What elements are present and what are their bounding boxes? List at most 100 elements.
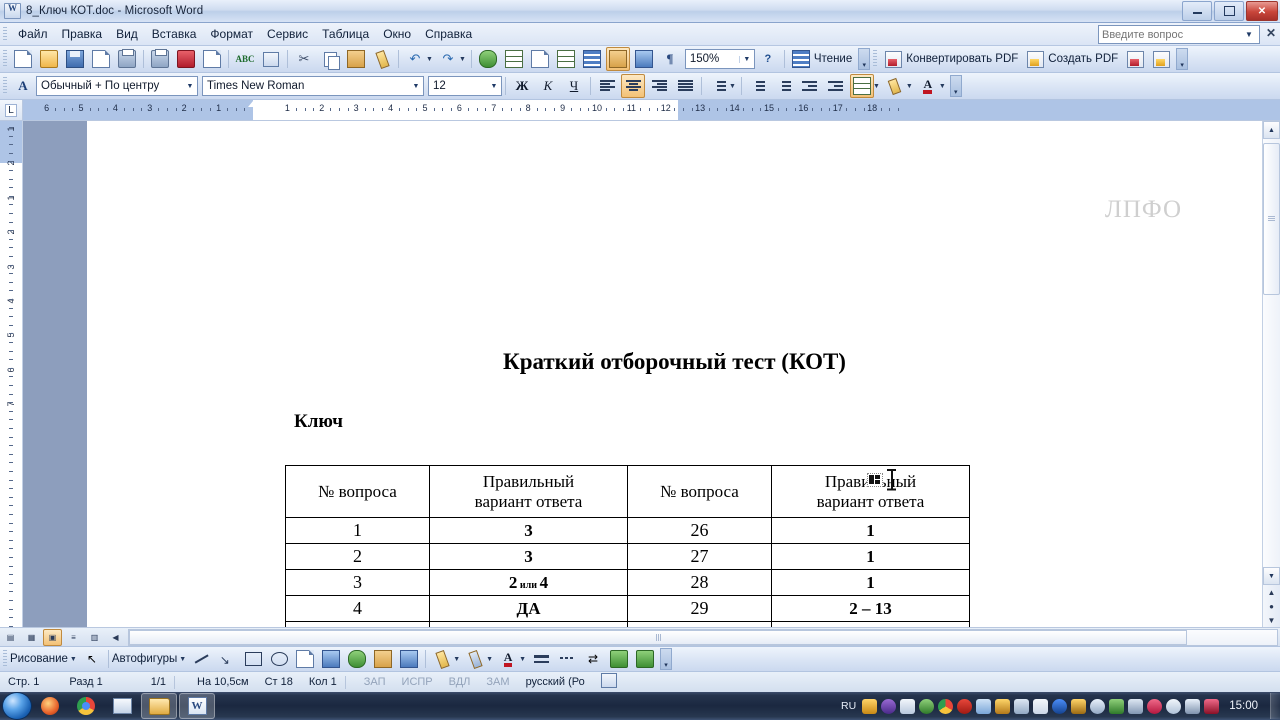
outside-border-icon[interactable] <box>849 74 874 98</box>
undo-icon[interactable]: ↶ <box>403 47 427 71</box>
draw-menu-dropdown-icon[interactable]: ▼ <box>70 656 77 663</box>
bold-button[interactable]: Ж <box>510 74 534 98</box>
horizontal-scrollbar[interactable] <box>128 628 1278 646</box>
chevron-down-icon[interactable]: ▼ <box>738 55 754 63</box>
explorer-icon[interactable] <box>141 693 177 719</box>
line-color-icon[interactable] <box>463 647 487 671</box>
font-combo[interactable]: Times New Roman ▼ <box>202 76 424 96</box>
menu-item-table[interactable]: Таблица <box>315 25 376 43</box>
speaker-icon[interactable] <box>1128 698 1144 714</box>
redo-dropdown-icon[interactable]: ▼ <box>459 56 466 63</box>
vertical-ruler[interactable]: 121234567 <box>0 121 23 627</box>
firefox-icon[interactable] <box>33 694 67 718</box>
3d-style-icon[interactable] <box>633 647 657 671</box>
style-combo[interactable]: Обычный + По центру ▼ <box>36 76 198 96</box>
previous-page-icon[interactable]: ▲ <box>1263 585 1280 599</box>
zoom-combo[interactable]: 150% ▼ <box>684 49 755 69</box>
question-number-cell[interactable]: 26 <box>627 517 772 545</box>
network-icon[interactable] <box>919 698 935 714</box>
redo-icon[interactable]: ↷ <box>436 47 460 71</box>
line-spacing-icon[interactable] <box>706 74 730 98</box>
scroll-down-button[interactable]: ▼ <box>1263 567 1280 585</box>
pdf-toolbar-grip[interactable] <box>873 50 878 68</box>
question-number-cell[interactable]: 30 <box>627 621 772 627</box>
ask-a-question-input[interactable] <box>1099 26 1242 43</box>
diagram-icon[interactable] <box>345 647 369 671</box>
rectangle-icon[interactable] <box>241 647 265 671</box>
question-number-cell[interactable]: 1 <box>285 517 430 545</box>
vertical-scrollbar[interactable]: ▲ ▼ ▲ ● ▼ <box>1262 121 1280 627</box>
table-move-handle-icon[interactable] <box>867 473 883 487</box>
ask-a-question-box[interactable]: ▼ <box>1098 25 1260 44</box>
align-right-icon[interactable] <box>647 74 671 98</box>
question-number-cell[interactable]: 3 <box>285 569 430 597</box>
drawing-icon[interactable] <box>605 47 630 71</box>
disc-icon[interactable] <box>1166 698 1182 714</box>
wordart-icon[interactable] <box>319 647 343 671</box>
line-color-dropdown-icon[interactable]: ▼ <box>486 656 493 663</box>
flag-icon[interactable] <box>1033 698 1049 714</box>
normal-view-icon[interactable]: ▤ <box>1 629 20 646</box>
question-number-cell[interactable]: 2 <box>285 543 430 571</box>
chevron-down-icon[interactable]: ▼ <box>487 83 501 90</box>
table-header-cell[interactable]: № вопроса <box>627 464 772 519</box>
document-canvas[interactable]: ЛПФО Краткий отборочный тест (КОТ) Ключ … <box>47 121 1262 627</box>
spelling-status-icon[interactable] <box>593 673 625 691</box>
monitor-icon[interactable] <box>900 698 916 714</box>
table-header-cell[interactable]: № вопроса <box>285 464 430 519</box>
picture-icon[interactable] <box>397 647 421 671</box>
autoshapes-dropdown-icon[interactable]: ▼ <box>179 656 186 663</box>
vertical-scroll-track[interactable] <box>1263 139 1280 567</box>
permission-icon[interactable] <box>89 47 113 71</box>
reading-layout-label[interactable]: Чтение <box>814 53 856 65</box>
answer-cell[interactable]: ДА <box>429 595 628 623</box>
answer-cell[interactable]: 1 <box>771 517 970 545</box>
answer-cell[interactable]: 4 <box>429 621 628 627</box>
print-layout-view-icon[interactable]: ▣ <box>43 628 62 646</box>
start-orb-icon[interactable] <box>2 692 32 720</box>
undo-dropdown-icon[interactable]: ▼ <box>426 56 433 63</box>
clip-art-icon[interactable] <box>371 647 395 671</box>
menu-item-tools[interactable]: Сервис <box>260 25 315 43</box>
volume-icon[interactable] <box>1014 698 1030 714</box>
bullet-list-icon[interactable] <box>772 74 796 98</box>
close-icon[interactable]: ✕ <box>1266 26 1276 40</box>
show-desktop-button[interactable] <box>1270 693 1280 719</box>
chrome-tray-icon[interactable] <box>938 698 954 714</box>
outline-view-icon[interactable]: ≡ <box>64 629 83 646</box>
cut-icon[interactable]: ✂ <box>292 47 316 71</box>
chevron-down-icon[interactable]: ▼ <box>1242 30 1256 39</box>
convert-pdf-label[interactable]: Конвертировать PDF <box>906 53 1022 65</box>
insert-excel-table-icon[interactable] <box>554 47 578 71</box>
text-box-icon[interactable] <box>293 647 317 671</box>
answer-cell[interactable]: 1 <box>771 543 970 571</box>
formatting-toolbar-grip[interactable] <box>3 77 7 95</box>
antivirus-icon[interactable] <box>957 698 973 714</box>
format-painter-icon[interactable] <box>370 47 394 71</box>
usb-icon[interactable] <box>1204 698 1220 714</box>
show-formatting-icon[interactable]: ¶ <box>658 47 682 71</box>
font-color-icon[interactable]: A <box>496 647 520 671</box>
answer-cell[interactable]: 3 <box>429 517 628 545</box>
numbered-list-icon[interactable] <box>746 74 770 98</box>
table-row[interactable]: 2 3 27 1 <box>285 543 970 571</box>
menu-item-window[interactable]: Окно <box>376 25 418 43</box>
line-spacing-dropdown-icon[interactable]: ▼ <box>729 83 736 90</box>
shield-icon[interactable] <box>862 698 878 714</box>
paste-icon[interactable] <box>344 47 368 71</box>
styles-icon[interactable]: A <box>11 74 35 98</box>
insert-table-icon[interactable] <box>528 47 552 71</box>
font-color-icon[interactable]: A <box>916 74 940 98</box>
select-browse-object-icon[interactable]: ● <box>1263 599 1280 613</box>
answer-cell[interactable]: 2 – 13 <box>771 595 970 623</box>
menu-item-help[interactable]: Справка <box>418 25 479 43</box>
tray-language-indicator[interactable]: RU <box>841 700 858 712</box>
line-style-icon[interactable] <box>529 647 553 671</box>
create-pdf-label[interactable]: Создать PDF <box>1048 53 1122 65</box>
update-icon[interactable] <box>1071 698 1087 714</box>
print-icon[interactable] <box>148 47 172 71</box>
tab-selector[interactable]: L <box>0 100 23 120</box>
drawing-toolbar-overflow[interactable]: ▾ <box>660 648 673 670</box>
menu-item-insert[interactable]: Вставка <box>145 25 204 43</box>
chevron-down-icon[interactable]: ▼ <box>183 83 197 90</box>
